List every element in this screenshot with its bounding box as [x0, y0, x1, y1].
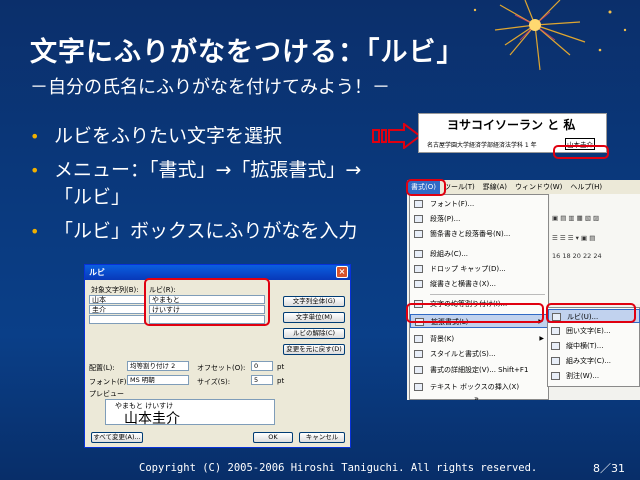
submenu-item-tatechuyoko[interactable]: 縦中横(T)... — [548, 339, 640, 353]
bullet-text: メニュー：「書式」→「拡張書式」→ 「ルビ」 — [54, 159, 362, 208]
textbox-icon — [414, 383, 423, 391]
preview-base-text: 山本圭介 — [124, 411, 180, 427]
submenu-item-enclosed[interactable]: 囲い文字(E)... — [548, 324, 640, 338]
slide-title: 文字にふりがなをつける：「ルビ」 — [30, 37, 465, 68]
menu-item-columns[interactable]: 段組み(C)... — [410, 247, 549, 261]
text-direction-icon — [414, 280, 423, 288]
bullet-dot-icon: • — [30, 222, 40, 241]
expand-menu-icon[interactable]: » — [474, 394, 479, 400]
menu-window[interactable]: ウィンドウ(W) — [511, 180, 566, 194]
menu-item-text-direction[interactable]: 縦書きと横書き(X)... — [410, 277, 549, 291]
word-menu-screenshot: 書式(O) ツール(T) 罫線(A) ウィンドウ(W) ヘルプ(H) ▣ ▤ ▥… — [407, 180, 640, 400]
warichu-icon — [551, 372, 560, 380]
toolbar-area: ▣ ▤ ▥ ▦ ▧ ▨ ☰ ☰ ☰ ▾ ▣ ▤ 16 18 20 22 24 — [550, 194, 640, 304]
reset-button[interactable]: 変更を元に戻す(D) — [283, 344, 345, 355]
bullet-item: • メニュー：「書式」→「拡張書式」→ 「ルビ」 — [30, 157, 400, 211]
preview-label: プレビュー — [89, 390, 124, 398]
menu-table[interactable]: 罫線(A) — [479, 180, 511, 194]
align-select[interactable]: 均等割り付け 2 — [127, 361, 189, 371]
submenu-item-warichu[interactable]: 割注(W)... — [548, 369, 640, 383]
menu-item-font[interactable]: フォント(F)... — [410, 197, 549, 211]
highlight-ruby-fields — [144, 278, 270, 326]
menu-help[interactable]: ヘルプ(H) — [566, 180, 606, 194]
offset-label: オフセット(O): — [197, 364, 246, 372]
highlight-extended-format — [406, 303, 544, 323]
toolbar-align-icons: ☰ ☰ ☰ ▾ ▣ ▤ — [552, 234, 596, 242]
menu-item-background[interactable]: 背景(K) ▶ — [410, 332, 549, 346]
menu-separator — [430, 294, 545, 295]
menu-item-styles[interactable]: スタイルと書式(S)... — [410, 347, 549, 361]
tatechuyoko-icon — [551, 342, 560, 350]
red-arrow-icon — [372, 123, 422, 149]
bullet-item: • ルビをふりたい文字を選択 — [30, 123, 400, 150]
remove-ruby-button[interactable]: ルビの解除(C) — [283, 328, 345, 339]
styles-icon — [414, 350, 423, 358]
fireworks-decoration — [473, 0, 627, 71]
toolbar-icons: ▣ ▤ ▥ ▦ ▧ ▨ — [552, 214, 600, 222]
ok-button[interactable]: OK — [253, 432, 293, 443]
menu-item-dropcap[interactable]: ドロップ キャップ(D)... — [410, 262, 549, 276]
slide-subtitle: －自分の氏名にふりがなを付けてみよう！－ — [30, 77, 390, 98]
apply-all-button[interactable]: すべて変更(A)... — [91, 432, 143, 443]
target-label: 対象文字列(B): — [91, 286, 139, 294]
menu-item-textbox[interactable]: テキスト ボックスの挿入(X) — [410, 380, 549, 394]
document-line: 名古屋学園大学経済学部経済法学科 1 年 — [427, 142, 537, 149]
menu-item-bullets[interactable]: 箇条書きと段落番号(N)... — [410, 227, 549, 241]
reveal-format-icon — [414, 366, 423, 374]
submenu-arrow-icon: ▶ — [539, 335, 544, 342]
size-unit: pt — [277, 377, 285, 385]
size-label: サイズ(S): — [197, 378, 231, 386]
dropcap-icon — [414, 265, 423, 273]
document-heading: ヨサコイソーラン と 私 — [447, 118, 576, 132]
menu-item-reveal-format[interactable]: 書式の詳細設定(V)... Shift+F1 — [410, 363, 549, 377]
align-label: 配置(L): — [89, 364, 115, 372]
submenu-item-combine[interactable]: 組み文字(C)... — [548, 354, 640, 368]
ruler-numbers: 16 18 20 22 24 — [552, 252, 602, 260]
font-icon — [414, 200, 423, 208]
menu-item-paragraph[interactable]: 段落(P)... — [410, 212, 549, 226]
whole-string-button[interactable]: 文字列全体(G) — [283, 296, 345, 307]
offset-unit: pt — [277, 363, 285, 371]
cancel-button[interactable]: キャンセル — [299, 432, 345, 443]
target-field[interactable]: 山本 — [89, 295, 145, 304]
highlight-ruby-item — [546, 303, 636, 323]
offset-stepper[interactable]: 0 — [251, 361, 273, 371]
bullet-list: • ルビをふりたい文字を選択 • メニュー：「書式」→「拡張書式」→ 「ルビ」 … — [30, 123, 400, 252]
bullet-dot-icon: • — [30, 127, 40, 146]
combine-icon — [551, 357, 560, 365]
bullet-text: 「ルビ」ボックスにふりがなを入力 — [54, 220, 358, 242]
target-field[interactable]: 圭介 — [89, 305, 145, 314]
font-select[interactable]: MS 明朝 — [127, 375, 189, 385]
font-label: フォント(F): — [89, 378, 129, 386]
bullet-text: ルビをふりたい文字を選択 — [54, 125, 283, 147]
highlight-selected-name — [553, 145, 609, 159]
bullet-item: • 「ルビ」ボックスにふりがなを入力 — [30, 218, 400, 245]
paragraph-icon — [414, 215, 423, 223]
enclosed-icon — [551, 327, 560, 335]
page-number: 8／31 — [593, 462, 625, 475]
format-dropdown: フォント(F)... 段落(P)... 箇条書きと段落番号(N)... 段組み(… — [409, 194, 549, 400]
highlight-format-menu — [406, 179, 446, 196]
size-stepper[interactable]: 5 — [251, 375, 273, 385]
close-icon[interactable]: × — [336, 266, 348, 278]
background-icon — [414, 335, 423, 343]
per-char-button[interactable]: 文字単位(M) — [283, 312, 345, 323]
copyright-footer: Copyright (C) 2005-2006 Hiroshi Taniguch… — [139, 462, 538, 474]
target-field-empty[interactable] — [89, 315, 145, 324]
columns-icon — [414, 250, 423, 258]
preview-box: やまもと けいすけ 山本圭介 — [105, 399, 275, 427]
bullet-dot-icon: • — [30, 161, 40, 180]
bullets-icon — [414, 230, 423, 238]
